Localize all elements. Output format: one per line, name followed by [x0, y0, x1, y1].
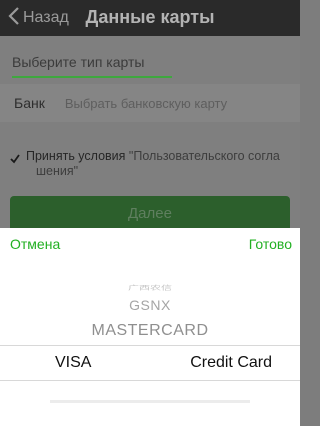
terms-checkbox[interactable] — [10, 151, 20, 164]
picker-option[interactable]: GSNX — [0, 297, 300, 313]
terms-link-continuation[interactable]: шения" — [36, 164, 78, 178]
picker-toolbar: Отмена Готово — [0, 228, 300, 262]
card-type-label: Выберите тип карты — [12, 54, 145, 70]
bank-select-placeholder: Выбрать банковскую карту — [64, 95, 228, 111]
picker-option[interactable]: MASTERCARD — [0, 322, 300, 340]
next-button[interactable]: Далее — [10, 196, 290, 232]
selected-card-type: Credit Card — [190, 354, 272, 371]
navigation-bar: Назад Данные карты — [0, 0, 300, 36]
picker-selected-row[interactable]: VISA Credit Card — [0, 346, 300, 380]
bank-row[interactable]: Банк Выбрать банковскую карту — [0, 84, 300, 122]
selection-divider — [0, 380, 300, 381]
faded-option — [50, 400, 250, 403]
done-button[interactable]: Готово — [249, 236, 292, 252]
bank-label: Банк — [14, 95, 45, 111]
terms-text: Принять условия "Пользовательского согла — [26, 148, 316, 164]
card-type-selector[interactable]: Выберите тип карты — [12, 54, 172, 78]
card-type-picker: Отмена Готово 广西农信 GSNX MASTERCARD VISA … — [0, 228, 300, 426]
terms-prefix: Принять условия — [26, 149, 129, 163]
picker-option[interactable]: 广西农信 — [0, 284, 300, 293]
terms-link[interactable]: "Пользовательского согла — [129, 149, 280, 163]
page-title: Данные карты — [85, 7, 215, 27]
cancel-button[interactable]: Отмена — [10, 236, 60, 252]
selected-card-brand: VISA — [55, 354, 92, 371]
